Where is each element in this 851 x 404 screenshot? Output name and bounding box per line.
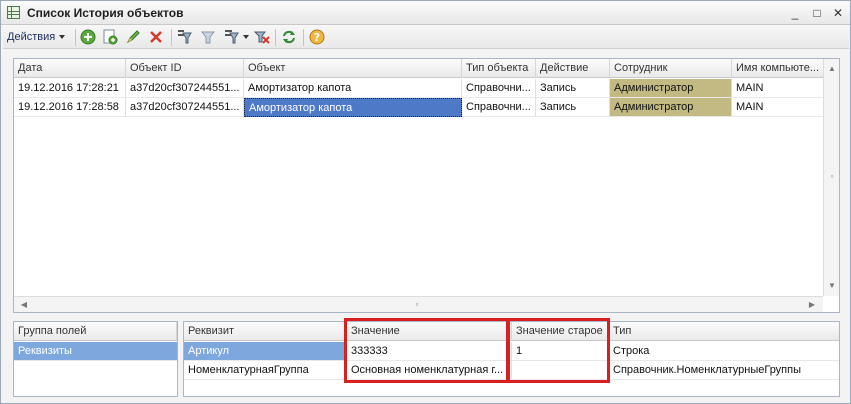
filter-dropdown-icon[interactable] <box>223 28 241 46</box>
vertical-scrollbar[interactable]: ▲ ▫ ▼ <box>823 59 839 296</box>
objects-table: Дата Объект ID Объект Тип объекта Действ… <box>13 58 840 313</box>
cell-computer-name[interactable]: MAIN <box>732 98 824 117</box>
cell-object-type[interactable]: Справочни... <box>462 98 536 117</box>
clear-filter-icon[interactable] <box>253 28 271 46</box>
scroll-down-icon[interactable]: ▼ <box>824 278 840 294</box>
column-header-object[interactable]: Объект <box>244 59 462 78</box>
column-header-value[interactable]: Значение <box>347 322 512 341</box>
column-header-type[interactable]: Тип <box>609 322 839 341</box>
actions-menu-button[interactable]: Действия <box>7 29 66 45</box>
cell-object-type[interactable]: Справочни... <box>462 79 536 98</box>
scroll-left-icon[interactable]: ◀ <box>16 297 32 313</box>
cell-old-value[interactable]: 1 <box>512 342 609 361</box>
toolbar: Действия ? <box>3 25 849 49</box>
filter-icon[interactable] <box>199 28 217 46</box>
column-header-object-type[interactable]: Тип объекта <box>462 59 536 78</box>
scroll-up-icon[interactable]: ▲ <box>824 61 840 77</box>
column-header-attribute[interactable]: Реквизит <box>184 322 347 341</box>
cell-date[interactable]: 19.12.2016 17:28:21 <box>14 79 126 98</box>
details-table: Реквизит Значение Значение старое Тип Ар… <box>183 321 840 397</box>
window: Список История объектов _ □ ✕ Действия ?… <box>0 0 851 404</box>
copy-icon[interactable] <box>101 28 119 46</box>
horizontal-scrollbar[interactable]: ◀ ▫ ▶ <box>14 296 823 312</box>
toolbar-separator <box>75 29 76 46</box>
cell-object-id[interactable]: a37d20cf307244551... <box>126 98 244 117</box>
column-header-object-id[interactable]: Объект ID <box>126 59 244 78</box>
cell-value[interactable]: 333333 <box>347 342 512 361</box>
window-title: Список История объектов <box>27 6 184 20</box>
cell-object-selected[interactable]: Амортизатор капота <box>244 98 462 117</box>
chevron-down-icon <box>59 35 66 39</box>
svg-text:?: ? <box>314 31 320 44</box>
cell-object-id[interactable]: a37d20cf307244551... <box>126 79 244 98</box>
cell-date[interactable]: 19.12.2016 17:28:58 <box>14 98 126 117</box>
maximize-button[interactable]: □ <box>809 5 825 21</box>
cell-attribute[interactable]: Артикул <box>184 342 347 361</box>
column-header-employee[interactable]: Сотрудник <box>610 59 732 78</box>
list-item[interactable]: Реквизиты <box>14 342 177 361</box>
table-icon <box>7 6 20 19</box>
actions-label: Действия <box>7 31 56 43</box>
cell-type[interactable]: Справочник.НоменклатурныеГруппы <box>609 361 839 380</box>
filter-list-icon[interactable] <box>175 28 193 46</box>
edit-icon[interactable] <box>124 28 142 46</box>
cell-action[interactable]: Запись <box>536 79 610 98</box>
scroll-thumb-icon[interactable]: ▫ <box>824 169 840 185</box>
scroll-thumb-icon[interactable]: ▫ <box>409 297 425 313</box>
field-groups-table: Группа полей Реквизиты <box>13 321 178 397</box>
cell-type[interactable]: Строка <box>609 342 839 361</box>
scroll-right-icon[interactable]: ▶ <box>804 297 820 313</box>
help-icon[interactable]: ? <box>308 28 326 46</box>
column-header-old-value[interactable]: Значение старое <box>512 322 609 341</box>
toolbar-separator <box>171 29 172 46</box>
title-bar: Список История объектов _ □ ✕ <box>1 1 850 25</box>
add-icon[interactable] <box>79 28 97 46</box>
refresh-icon[interactable] <box>280 28 298 46</box>
cell-employee[interactable]: Администратор <box>610 98 732 117</box>
cell-action[interactable]: Запись <box>536 98 610 117</box>
cell-attribute[interactable]: НоменклатурнаяГруппа <box>184 361 347 380</box>
toolbar-separator <box>303 29 304 46</box>
column-header-field-group[interactable]: Группа полей <box>14 322 177 341</box>
cell-computer-name[interactable]: MAIN <box>732 79 824 98</box>
cell-value[interactable]: Основная номенклатурная г... <box>347 361 512 380</box>
column-header-computer-name[interactable]: Имя компьюте... <box>732 59 824 78</box>
delete-icon[interactable] <box>147 28 165 46</box>
column-header-date[interactable]: Дата <box>14 59 126 78</box>
minimize-button[interactable]: _ <box>787 5 803 21</box>
cell-employee[interactable]: Администратор <box>610 79 732 98</box>
close-button[interactable]: ✕ <box>830 5 846 21</box>
cell-old-value[interactable] <box>512 361 609 380</box>
chevron-down-icon[interactable] <box>243 35 249 39</box>
column-header-action[interactable]: Действие <box>536 59 610 78</box>
cell-object[interactable]: Амортизатор капота <box>244 79 462 98</box>
toolbar-separator <box>275 29 276 46</box>
